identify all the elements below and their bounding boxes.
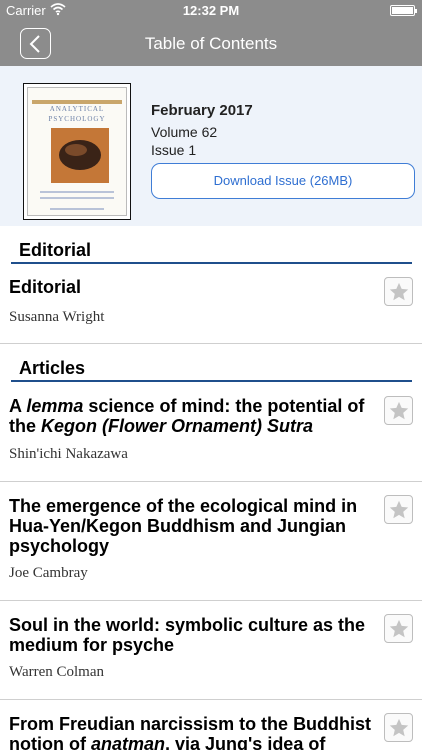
favorite-button[interactable]	[384, 396, 413, 425]
row-divider	[0, 481, 422, 482]
cover-text-line	[40, 197, 114, 199]
cover-image[interactable]: ANALYTICAL PSYCHOLOGY	[23, 83, 131, 220]
article-title[interactable]: Editorial	[9, 277, 377, 297]
page-title: Table of Contents	[144, 34, 278, 53]
article-author: Joe Cambray	[9, 565, 88, 581]
article-title[interactable]: Soul in the world: symbolic culture as t…	[9, 615, 377, 655]
favorite-button[interactable]	[384, 277, 413, 306]
status-bar: Carrier 12:32 PM	[0, 0, 422, 22]
row-divider	[0, 699, 422, 700]
section-rule	[11, 262, 412, 264]
article-title[interactable]: The emergence of the ecological mind in …	[9, 496, 377, 556]
article-author: Susanna Wright	[9, 309, 105, 325]
article-author: Shin'ichi Nakazawa	[9, 446, 128, 462]
section-rule	[11, 380, 412, 382]
cover-text-line	[40, 191, 114, 193]
star-icon	[389, 282, 409, 301]
download-issue-button[interactable]: Download Issue (26MB)	[151, 163, 415, 199]
cover-art: ANALYTICAL PSYCHOLOGY	[27, 87, 127, 216]
issue-volume: Volume 62	[151, 124, 218, 140]
article-author: Warren Colman	[9, 664, 105, 680]
navigation-bar: Table of Contents	[0, 22, 422, 66]
title-text: A	[9, 396, 27, 416]
issue-panel: ANALYTICAL PSYCHOLOGY	[0, 66, 422, 226]
cover-title-line1: ANALYTICAL	[49, 105, 105, 113]
clock: 12:32 PM	[182, 3, 240, 18]
row-divider	[0, 600, 422, 601]
battery-icon	[390, 5, 417, 16]
row-divider	[0, 343, 422, 344]
favorite-button[interactable]	[384, 713, 413, 742]
article-title[interactable]: A lemma science of mind: the potential o…	[9, 396, 377, 436]
issue-number: Issue 1	[151, 142, 197, 158]
cover-illustration	[51, 128, 109, 183]
cover-title-line2: PSYCHOLOGY	[48, 115, 106, 123]
title-italic: lemma	[26, 396, 84, 416]
title-italic: Kegon (Flower Ornament) Sutra	[41, 416, 314, 436]
title-text: , via Jung's idea of	[165, 734, 326, 750]
issue-date: February 2017	[151, 102, 253, 119]
cover-text-line	[50, 208, 104, 210]
star-icon	[389, 500, 409, 519]
favorite-button[interactable]	[384, 614, 413, 643]
article-title[interactable]: From Freudian narcissism to the Buddhist…	[9, 714, 377, 750]
star-icon	[389, 619, 409, 638]
star-icon	[389, 718, 409, 737]
section-heading-articles: Articles	[19, 358, 86, 378]
star-icon	[389, 401, 409, 420]
cover-band	[32, 100, 122, 104]
title-italic: anatman	[90, 734, 165, 750]
favorite-button[interactable]	[384, 495, 413, 524]
section-heading-editorial: Editorial	[19, 240, 92, 260]
